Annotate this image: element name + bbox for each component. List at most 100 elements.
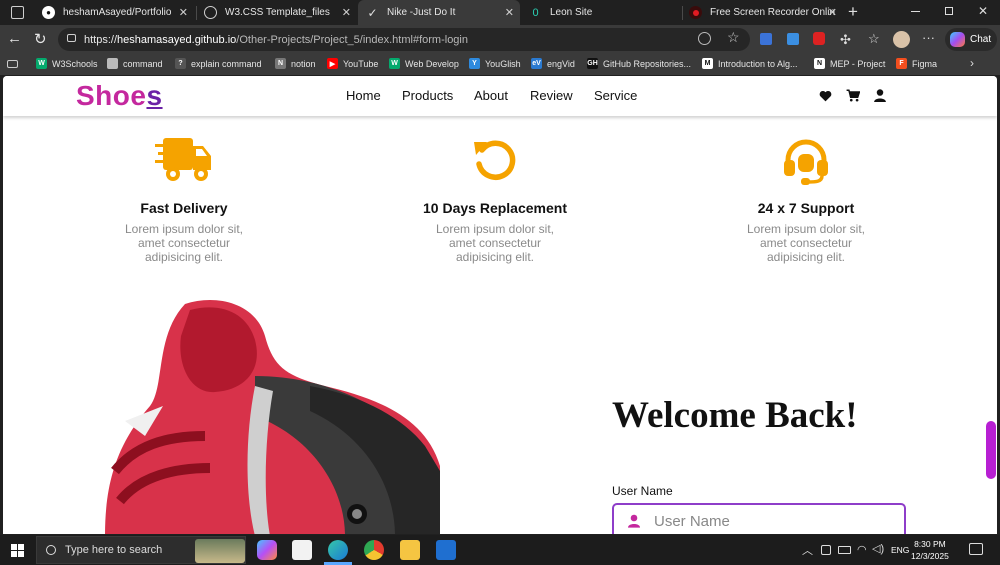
windows-start-icon[interactable] [11,544,24,557]
minimize-icon[interactable] [911,11,920,12]
cart-icon[interactable] [846,89,860,102]
edge-app-icon[interactable] [328,540,348,560]
adblock-icon[interactable] [813,32,825,45]
feature-fast-delivery: Fast Delivery Lorem ipsum dolor sit, ame… [54,136,314,264]
tab-w3css[interactable]: W3.CSS Template_files ✕ [197,0,357,25]
search-placeholder: Type here to search [65,544,163,556]
lock-icon[interactable] [67,34,76,42]
heart-icon[interactable] [819,90,832,102]
favorite-figma[interactable]: F Figma [896,58,937,69]
language-indicator[interactable]: ENG [891,545,909,555]
feature-support: 24 x 7 Support Lorem ipsum dolor sit, am… [676,136,936,264]
browser-tab-strip: ● heshamAsayed/Portfolio ✕ W3.CSS Templa… [0,0,1000,25]
close-tab-icon[interactable]: ✕ [342,6,351,19]
extension-icon[interactable] [787,33,799,45]
favorite-label: notion [291,58,316,69]
username-field[interactable]: User Name [612,503,906,534]
copilot-chat-button[interactable]: Chat [945,28,997,51]
windows-taskbar: Type here to search ︿ ◠ ◁) ENG 8:30 PM 1… [0,535,1000,565]
chrome-app-icon[interactable] [364,540,384,560]
url-scheme: https:// [84,33,118,46]
taskbar-search[interactable]: Type here to search [36,536,246,564]
more-menu-icon[interactable]: ··· [922,30,935,45]
translate-icon[interactable] [760,33,772,45]
favorite-youglish[interactable]: Y YouGlish [469,58,521,69]
tab-nike[interactable]: ✓ Nike -Just Do It ✕ [358,0,520,25]
close-window-icon[interactable]: ✕ [978,4,988,18]
meet-now-icon[interactable] [821,545,831,555]
favorite-github-repositories[interactable]: GH GitHub Repositories... [587,58,691,69]
login-heading: Welcome Back! [612,395,858,436]
close-tab-icon[interactable]: ✕ [179,6,188,19]
nav-review[interactable]: Review [530,88,573,103]
nike-icon: ✓ [367,5,378,20]
profile-avatar[interactable] [893,31,910,48]
back-icon[interactable]: ← [7,30,22,47]
wifi-icon[interactable]: ◠ [857,543,867,556]
clock-time: 8:30 PM [914,539,946,549]
workspaces-icon[interactable] [11,6,24,19]
outlook-app-icon[interactable] [436,540,456,560]
feature-text: Lorem ipsum dolor sit, amet consectetur … [746,222,866,264]
favorite-icon: eV [531,58,542,69]
favorite-web-develop[interactable]: W Web Develop [389,58,459,69]
battery-icon[interactable] [838,546,851,554]
volume-icon[interactable]: ◁) [872,542,884,555]
nav-service[interactable]: Service [594,88,637,103]
feature-replacement: 10 Days Replacement Lorem ipsum dolor si… [365,136,625,264]
favorite-introduction-to-alg[interactable]: M Introduction to Alg... [702,58,798,69]
file-explorer-icon[interactable] [400,540,420,560]
nav-products[interactable]: Products [402,88,453,103]
favorite-label: explain command [191,58,262,69]
favorite-label: engVid [547,58,575,69]
tab-leon[interactable]: 0 Leon Site [521,0,681,25]
url-host: heshamasayed.github.io [117,33,237,46]
favorite-notion[interactable]: Nnotion [275,58,316,69]
favorite-mep-project[interactable]: N MEP - Project [814,58,885,69]
favorite-engvid[interactable]: eV engVid [531,58,575,69]
favorite-star-icon[interactable]: ☆ [727,29,740,46]
favorite-icon: W [36,58,47,69]
new-tab-icon[interactable]: + [848,2,858,22]
tab-screen-recorder[interactable]: Free Screen Recorder Online ✕ [683,0,843,25]
feature-title: 24 x 7 Support [757,200,855,216]
address-bar[interactable]: https:// heshamasayed.github.io /Other-P… [58,28,750,51]
web-page: Shoes Home Products About Review Service [3,76,997,534]
user-icon[interactable] [874,89,886,102]
site-logo[interactable]: Shoes [76,80,163,112]
favorites-icon[interactable]: ☆ [868,31,880,47]
reader-mode-icon[interactable] [698,32,711,45]
favorites-bar: W W3Schools command ? explain command Nnotion… [0,55,1000,75]
favorite-icon [107,58,118,69]
restore-icon[interactable] [945,7,953,15]
favorite-label: GitHub Repositories... [603,58,692,69]
collections-icon[interactable] [7,60,18,68]
username-input[interactable]: User Name [654,513,730,530]
notifications-icon[interactable] [969,543,983,555]
favorite-explain-command[interactable]: ? explain command [175,58,262,69]
tab-portfolio[interactable]: ● heshamAsayed/Portfolio ✕ [34,0,194,25]
favorite-icon: N [275,58,286,69]
store-app-icon[interactable] [292,540,312,560]
favorite-w3schools[interactable]: W W3Schools [36,58,98,69]
close-tab-icon[interactable]: ✕ [505,6,514,19]
favorites-overflow-icon[interactable]: › [970,56,974,70]
favorite-label: YouGlish [485,58,521,69]
nav-home[interactable]: Home [346,88,381,103]
url-path: /Other-Projects/Project_5/index.html#for… [236,33,468,46]
search-highlight-image [195,539,245,563]
favorite-icon: W [389,58,400,69]
favorite-command[interactable]: command [107,58,163,69]
refresh-icon[interactable]: ↻ [34,30,47,48]
close-tab-icon[interactable]: ✕ [828,6,837,19]
tray-overflow-icon[interactable]: ︿ [802,542,813,558]
extensions-puzzle-icon[interactable]: ✣ [840,32,851,48]
page-scrollbar-thumb[interactable] [986,421,996,479]
nav-about[interactable]: About [474,88,508,103]
copilot-app-icon[interactable] [257,540,277,560]
site-header: Shoes Home Products About Review Service [3,76,997,116]
clock[interactable]: 8:30 PM 12/3/2025 [911,538,949,562]
favorite-youtube[interactable]: ▶ YouTube [327,58,378,69]
favorite-icon: ▶ [327,58,338,69]
feature-text: Lorem ipsum dolor sit, amet consectetur … [124,222,244,264]
